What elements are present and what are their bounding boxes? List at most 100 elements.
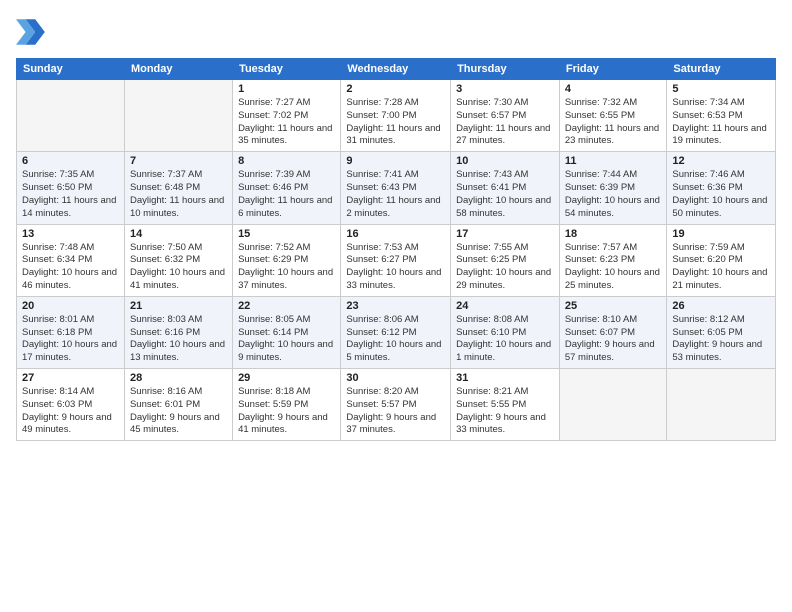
day-detail: Sunrise: 8:12 AM Sunset: 6:05 PM Dayligh… (672, 314, 770, 365)
calendar-cell: 21 Sunrise: 8:03 AM Sunset: 6:16 PM Dayli… (124, 296, 232, 368)
day-number: 28 (130, 372, 227, 384)
calendar-cell: 3 Sunrise: 7:30 AM Sunset: 6:57 PM Daylig… (451, 80, 560, 152)
calendar-cell (17, 80, 125, 152)
day-detail: Sunrise: 7:43 AM Sunset: 6:41 PM Dayligh… (456, 169, 554, 220)
day-detail: Sunrise: 8:18 AM Sunset: 5:59 PM Dayligh… (238, 386, 335, 437)
day-detail: Sunrise: 7:30 AM Sunset: 6:57 PM Dayligh… (456, 97, 554, 148)
calendar-cell: 12 Sunrise: 7:46 AM Sunset: 6:36 PM Dayli… (667, 152, 776, 224)
day-detail: Sunrise: 7:55 AM Sunset: 6:25 PM Dayligh… (456, 242, 554, 293)
logo (16, 16, 52, 48)
calendar-cell: 27Sunrise: 8:14 AM Sunset: 6:03 PM Dayli… (17, 369, 125, 441)
day-detail: Sunrise: 8:16 AM Sunset: 6:01 PM Dayligh… (130, 386, 227, 437)
day-number: 21 (130, 300, 227, 312)
day-number: 12 (672, 155, 770, 167)
page: SundayMondayTuesdayWednesdayThursdayFrid… (0, 0, 792, 612)
day-detail: Sunrise: 8:01 AM Sunset: 6:18 PM Dayligh… (22, 314, 119, 365)
day-number: 8 (238, 155, 335, 167)
day-detail: Sunrise: 7:37 AM Sunset: 6:48 PM Dayligh… (130, 169, 227, 220)
calendar-cell: 15 Sunrise: 7:52 AM Sunset: 6:29 PM Dayli… (233, 224, 341, 296)
calendar-cell (124, 80, 232, 152)
calendar-cell: 6 Sunrise: 7:35 AM Sunset: 6:50 PM Daylig… (17, 152, 125, 224)
calendar-cell (559, 369, 667, 441)
calendar: SundayMondayTuesdayWednesdayThursdayFrid… (16, 58, 776, 441)
calendar-cell (667, 369, 776, 441)
calendar-cell: 10 Sunrise: 7:43 AM Sunset: 6:41 PM Dayli… (451, 152, 560, 224)
weekday-header: Sunday (17, 59, 125, 80)
calendar-cell: 7 Sunrise: 7:37 AM Sunset: 6:48 PM Daylig… (124, 152, 232, 224)
day-detail: Sunrise: 7:52 AM Sunset: 6:29 PM Dayligh… (238, 242, 335, 293)
calendar-cell: 1 Sunrise: 7:27 AM Sunset: 7:02 PM Daylig… (233, 80, 341, 152)
day-detail: Sunrise: 8:05 AM Sunset: 6:14 PM Dayligh… (238, 314, 335, 365)
day-number: 10 (456, 155, 554, 167)
day-number: 2 (346, 83, 445, 95)
calendar-cell: 23 Sunrise: 8:06 AM Sunset: 6:12 PM Dayli… (341, 296, 451, 368)
calendar-cell: 18 Sunrise: 7:57 AM Sunset: 6:23 PM Dayli… (559, 224, 667, 296)
calendar-cell: 8 Sunrise: 7:39 AM Sunset: 6:46 PM Daylig… (233, 152, 341, 224)
weekday-header: Wednesday (341, 59, 451, 80)
day-detail: Sunrise: 8:06 AM Sunset: 6:12 PM Dayligh… (346, 314, 445, 365)
calendar-cell: 26 Sunrise: 8:12 AM Sunset: 6:05 PM Dayli… (667, 296, 776, 368)
day-detail: Sunrise: 7:50 AM Sunset: 6:32 PM Dayligh… (130, 242, 227, 293)
weekday-header: Monday (124, 59, 232, 80)
day-detail: Sunrise: 7:46 AM Sunset: 6:36 PM Dayligh… (672, 169, 770, 220)
weekday-header: Thursday (451, 59, 560, 80)
calendar-cell: 30 Sunrise: 8:20 AM Sunset: 5:57 PM Dayli… (341, 369, 451, 441)
calendar-week-row: 6 Sunrise: 7:35 AM Sunset: 6:50 PM Daylig… (17, 152, 776, 224)
day-detail: Sunrise: 8:21 AM Sunset: 5:55 PM Dayligh… (456, 386, 554, 437)
day-detail: Sunrise: 7:48 AM Sunset: 6:34 PM Dayligh… (22, 242, 119, 293)
day-detail: Sunrise: 8:03 AM Sunset: 6:16 PM Dayligh… (130, 314, 227, 365)
day-number: 25 (565, 300, 662, 312)
calendar-cell: 11 Sunrise: 7:44 AM Sunset: 6:39 PM Dayli… (559, 152, 667, 224)
day-detail: Sunrise: 8:20 AM Sunset: 5:57 PM Dayligh… (346, 386, 445, 437)
calendar-cell: 4Sunrise: 7:32 AM Sunset: 6:55 PM Daylig… (559, 80, 667, 152)
day-number: 20 (22, 300, 119, 312)
calendar-cell: 5 Sunrise: 7:34 AM Sunset: 6:53 PM Daylig… (667, 80, 776, 152)
day-number: 14 (130, 228, 227, 240)
day-detail: Sunrise: 7:34 AM Sunset: 6:53 PM Dayligh… (672, 97, 770, 148)
calendar-cell: 24Sunrise: 8:08 AM Sunset: 6:10 PM Dayli… (451, 296, 560, 368)
calendar-header-row: SundayMondayTuesdayWednesdayThursdayFrid… (17, 59, 776, 80)
day-number: 4 (565, 83, 662, 95)
day-detail: Sunrise: 8:14 AM Sunset: 6:03 PM Dayligh… (22, 386, 119, 437)
day-number: 24 (456, 300, 554, 312)
day-detail: Sunrise: 8:10 AM Sunset: 6:07 PM Dayligh… (565, 314, 662, 365)
header (16, 16, 776, 48)
day-number: 18 (565, 228, 662, 240)
day-number: 23 (346, 300, 445, 312)
day-number: 29 (238, 372, 335, 384)
day-number: 22 (238, 300, 335, 312)
day-detail: Sunrise: 7:57 AM Sunset: 6:23 PM Dayligh… (565, 242, 662, 293)
calendar-cell: 16Sunrise: 7:53 AM Sunset: 6:27 PM Dayli… (341, 224, 451, 296)
calendar-cell: 29 Sunrise: 8:18 AM Sunset: 5:59 PM Dayli… (233, 369, 341, 441)
day-number: 9 (346, 155, 445, 167)
day-number: 11 (565, 155, 662, 167)
day-number: 13 (22, 228, 119, 240)
calendar-cell: 25 Sunrise: 8:10 AM Sunset: 6:07 PM Dayli… (559, 296, 667, 368)
logo-icon (16, 16, 48, 48)
calendar-cell: 19Sunrise: 7:59 AM Sunset: 6:20 PM Dayli… (667, 224, 776, 296)
day-number: 17 (456, 228, 554, 240)
calendar-cell: 9 Sunrise: 7:41 AM Sunset: 6:43 PM Daylig… (341, 152, 451, 224)
day-number: 7 (130, 155, 227, 167)
day-detail: Sunrise: 7:41 AM Sunset: 6:43 PM Dayligh… (346, 169, 445, 220)
day-detail: Sunrise: 7:35 AM Sunset: 6:50 PM Dayligh… (22, 169, 119, 220)
day-number: 6 (22, 155, 119, 167)
day-detail: Sunrise: 7:44 AM Sunset: 6:39 PM Dayligh… (565, 169, 662, 220)
day-detail: Sunrise: 7:53 AM Sunset: 6:27 PM Dayligh… (346, 242, 445, 293)
day-number: 5 (672, 83, 770, 95)
calendar-cell: 17 Sunrise: 7:55 AM Sunset: 6:25 PM Dayli… (451, 224, 560, 296)
day-number: 30 (346, 372, 445, 384)
calendar-cell: 13 Sunrise: 7:48 AM Sunset: 6:34 PM Dayli… (17, 224, 125, 296)
day-detail: Sunrise: 7:28 AM Sunset: 7:00 PM Dayligh… (346, 97, 445, 148)
day-detail: Sunrise: 7:39 AM Sunset: 6:46 PM Dayligh… (238, 169, 335, 220)
calendar-cell: 28 Sunrise: 8:16 AM Sunset: 6:01 PM Dayli… (124, 369, 232, 441)
day-number: 15 (238, 228, 335, 240)
calendar-cell: 14 Sunrise: 7:50 AM Sunset: 6:32 PM Dayli… (124, 224, 232, 296)
calendar-week-row: 20 Sunrise: 8:01 AM Sunset: 6:18 PM Dayli… (17, 296, 776, 368)
day-detail: Sunrise: 7:27 AM Sunset: 7:02 PM Dayligh… (238, 97, 335, 148)
calendar-cell: 31Sunrise: 8:21 AM Sunset: 5:55 PM Dayli… (451, 369, 560, 441)
weekday-header: Friday (559, 59, 667, 80)
day-number: 3 (456, 83, 554, 95)
day-number: 26 (672, 300, 770, 312)
day-number: 1 (238, 83, 335, 95)
